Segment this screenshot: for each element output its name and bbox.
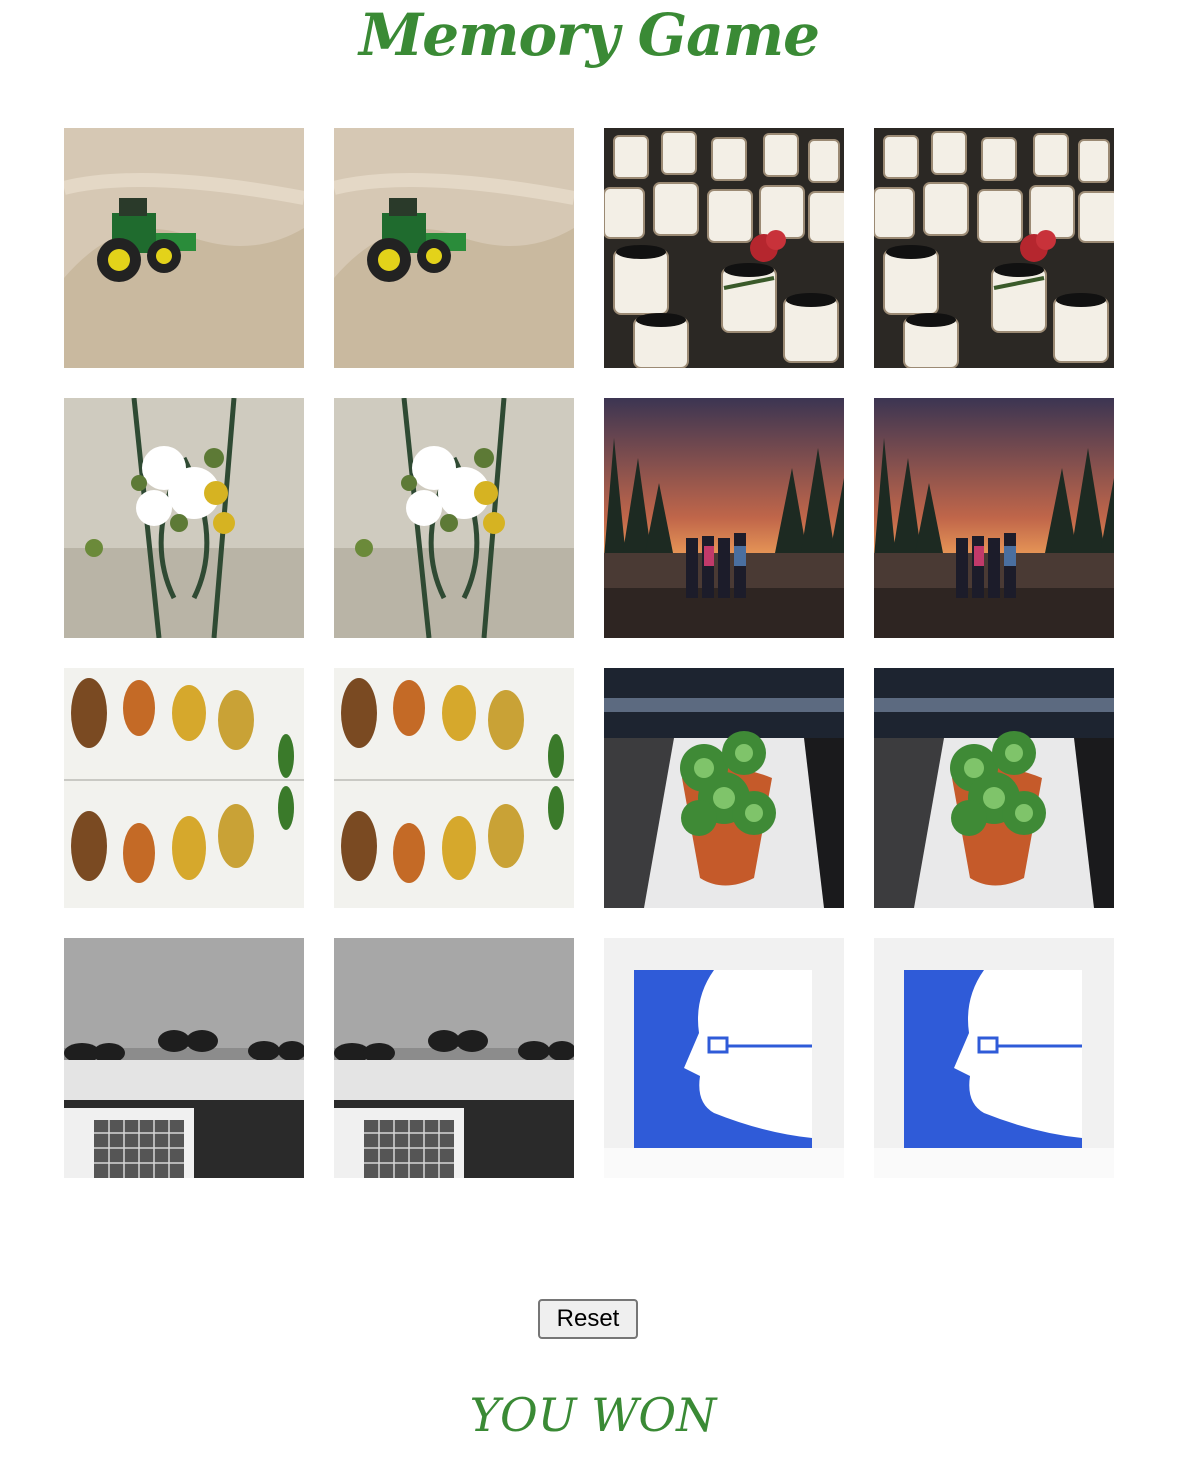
win-message: YOU WON [469,1388,717,1442]
card-memorial-candles[interactable] [604,128,844,368]
card-succulent-pot[interactable] [604,668,844,908]
reset-button[interactable]: Reset [538,1299,638,1339]
game-title: Memory Game [359,1,820,69]
card-autumn-leaves[interactable] [334,668,574,908]
card-grid [64,128,1114,1178]
forest-sunset-image [604,398,844,638]
card-succulent-pot[interactable] [874,668,1114,908]
toy-tractor-image [334,128,574,368]
gravestone-flowers-image [64,398,304,638]
blue-face-poster-image [604,938,844,1178]
card-blue-face-poster[interactable] [604,938,844,1178]
card-gravestone-flowers[interactable] [334,398,574,638]
card-gravestone-flowers[interactable] [64,398,304,638]
card-memorial-candles[interactable] [874,128,1114,368]
card-shoes-shelf[interactable] [64,938,304,1178]
card-shoes-shelf[interactable] [334,938,574,1178]
autumn-leaves-image [64,668,304,908]
candles-image [604,128,844,368]
forest-sunset-image [874,398,1114,638]
card-toy-tractor[interactable] [64,128,304,368]
shoes-shelf-image [334,938,574,1178]
blue-face-poster-image [874,938,1114,1178]
shoes-shelf-image [64,938,304,1178]
gravestone-flowers-image [334,398,574,638]
candles-image [874,128,1114,368]
succulent-image [874,668,1114,908]
card-forest-sunset[interactable] [874,398,1114,638]
succulent-image [604,668,844,908]
card-autumn-leaves[interactable] [64,668,304,908]
card-blue-face-poster[interactable] [874,938,1114,1178]
card-forest-sunset[interactable] [604,398,844,638]
toy-tractor-image [64,128,304,368]
autumn-leaves-image [334,668,574,908]
card-toy-tractor[interactable] [334,128,574,368]
